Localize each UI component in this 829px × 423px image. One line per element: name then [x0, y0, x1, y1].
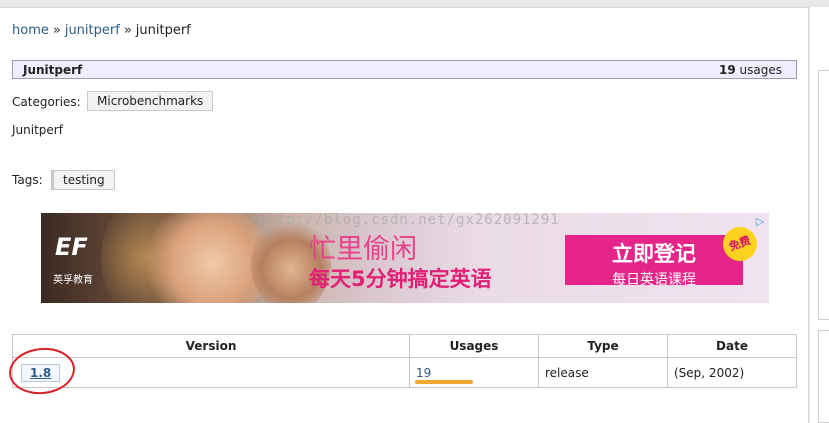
ad-cta-label: 立即登记	[612, 242, 696, 266]
column-header-version: Version	[12, 334, 410, 358]
tags-label: Tags:	[12, 173, 43, 187]
category-button[interactable]: Microbenchmarks	[87, 91, 214, 111]
right-sidebar-panel	[818, 70, 829, 320]
ef-logo-subtitle: 英孚教育	[53, 275, 93, 286]
usages-count: 19 usages	[719, 63, 782, 77]
breadcrumb: home» junitperf» junitperf	[12, 23, 191, 38]
breadcrumb-separator: »	[123, 23, 132, 38]
artifact-description: Junitperf	[12, 123, 63, 137]
categories-label: Categories:	[12, 95, 81, 109]
right-sidebar-panel-lower	[818, 330, 829, 423]
ad-subheadline: 每天5分钟搞定英语	[309, 267, 492, 291]
column-header-usages: Usages	[409, 334, 539, 358]
column-header-type: Type	[538, 334, 668, 358]
adchoices-icon[interactable]: ▷	[753, 215, 767, 229]
ad-register-button[interactable]: 立即登记 每日英语课程	[565, 235, 743, 288]
type-cell: release	[538, 357, 668, 388]
breadcrumb-separator: »	[52, 23, 61, 38]
page-title: Junitperf	[23, 63, 83, 77]
artifact-title-bar: Junitperf 19 usages	[12, 60, 797, 79]
usages-highlight-underline	[415, 380, 473, 384]
ad-headline: 忙里偷闲	[309, 234, 417, 265]
breadcrumb-home-link[interactable]: home	[12, 23, 49, 38]
table-header-row: Version Usages Type Date	[12, 334, 797, 358]
usages-label: usages	[739, 63, 782, 77]
column-header-date: Date	[667, 334, 797, 358]
usages-link[interactable]: 19	[416, 366, 431, 380]
versions-table: Version Usages Type Date 1.8 19 release …	[12, 334, 797, 388]
table-row: 1.8 19 release (Sep, 2002)	[12, 357, 797, 388]
date-cell: (Sep, 2002)	[667, 357, 797, 388]
tag-button[interactable]: testing	[51, 170, 115, 190]
breadcrumb-current: junitperf	[135, 23, 191, 38]
usages-number: 19	[719, 63, 736, 77]
ad-cta-sublabel: 每日英语课程	[612, 272, 696, 288]
blog-watermark: http://blog.csdn.net/gx262091291	[258, 212, 560, 228]
breadcrumb-group-link[interactable]: junitperf	[65, 23, 120, 38]
